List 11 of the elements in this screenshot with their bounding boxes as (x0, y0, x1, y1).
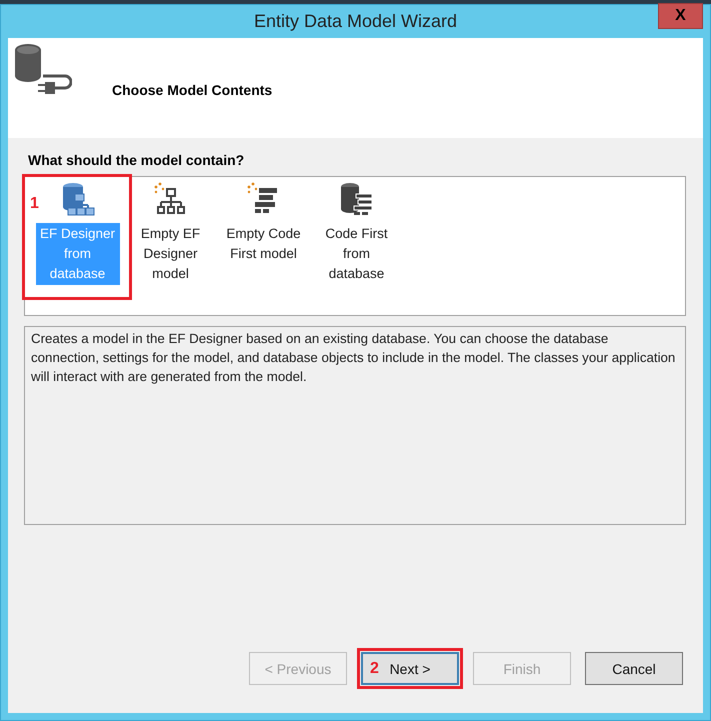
step-number: 1 (30, 195, 39, 213)
page-title: Choose Model Contents (112, 82, 272, 98)
model-option[interactable]: Empty Code First model (218, 223, 308, 265)
model-option[interactable]: Code First from database (314, 223, 398, 285)
section-label: What should the model contain? (28, 152, 246, 168)
window-title: Entity Data Model Wizard (254, 11, 458, 32)
wizard-button[interactable]: Cancel (585, 652, 683, 685)
model-option[interactable]: Empty EF Designer model (128, 223, 212, 285)
close-button[interactable]: X (658, 3, 703, 29)
step-number: 2 (370, 660, 379, 678)
description-text: Creates a model in the EF Designer based on an existing database. You can choose the database connection, settings for the model, and database objects to include in the model. The classes your application will interact with are generated from the model. (24, 326, 686, 525)
